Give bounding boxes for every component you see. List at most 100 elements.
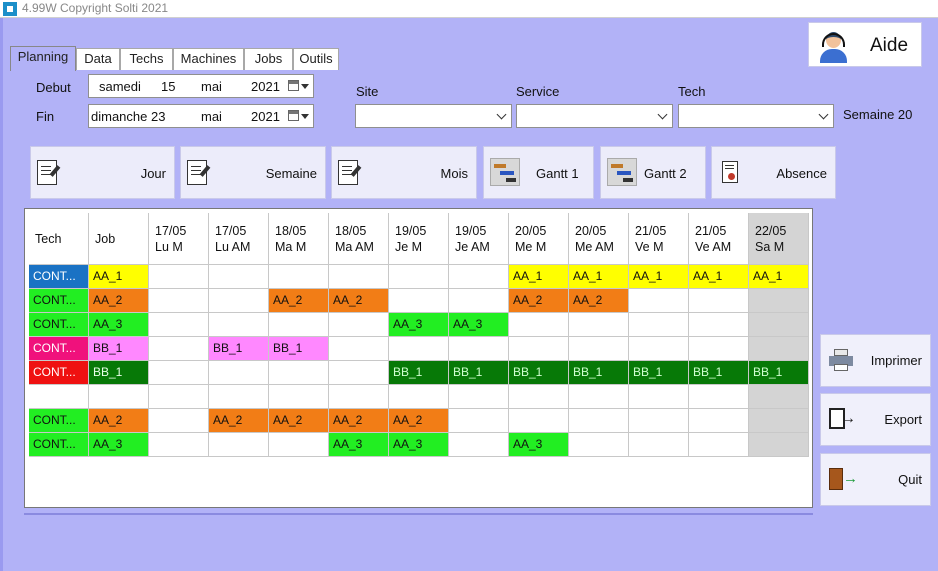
mois-button[interactable]: Mois bbox=[331, 146, 477, 199]
schedule-cell[interactable] bbox=[749, 433, 809, 457]
schedule-cell[interactable]: AA_1 bbox=[569, 265, 629, 289]
schedule-cell[interactable] bbox=[569, 313, 629, 337]
schedule-cell[interactable] bbox=[389, 265, 449, 289]
schedule-cell[interactable]: AA_1 bbox=[629, 265, 689, 289]
schedule-cell[interactable] bbox=[389, 385, 449, 409]
schedule-cell[interactable] bbox=[749, 409, 809, 433]
job-cell[interactable]: AA_2 bbox=[89, 409, 149, 433]
schedule-cell[interactable] bbox=[509, 313, 569, 337]
schedule-cell[interactable] bbox=[569, 385, 629, 409]
tech-select[interactable] bbox=[678, 104, 834, 128]
schedule-cell[interactable] bbox=[149, 265, 209, 289]
schedule-cell[interactable] bbox=[149, 409, 209, 433]
site-select[interactable] bbox=[355, 104, 512, 128]
schedule-cell[interactable] bbox=[329, 385, 389, 409]
schedule-cell[interactable] bbox=[449, 385, 509, 409]
schedule-cell[interactable] bbox=[629, 385, 689, 409]
schedule-cell[interactable] bbox=[329, 313, 389, 337]
schedule-cell[interactable] bbox=[569, 337, 629, 361]
schedule-cell[interactable]: AA_1 bbox=[689, 265, 749, 289]
schedule-cell[interactable] bbox=[749, 313, 809, 337]
schedule-cell[interactable]: AA_1 bbox=[509, 265, 569, 289]
schedule-cell[interactable] bbox=[689, 409, 749, 433]
schedule-cell[interactable] bbox=[449, 337, 509, 361]
schedule-cell[interactable] bbox=[149, 433, 209, 457]
tab-machines[interactable]: Machines bbox=[173, 48, 244, 70]
tech-cell[interactable] bbox=[29, 385, 89, 409]
job-cell[interactable] bbox=[89, 385, 149, 409]
fin-date-picker[interactable]: dimanche 23 mai 2021 bbox=[88, 104, 314, 128]
schedule-cell[interactable] bbox=[209, 433, 269, 457]
gantt1-button[interactable]: Gantt 1 bbox=[483, 146, 594, 199]
tech-cell[interactable]: CONT... bbox=[29, 361, 89, 385]
schedule-cell[interactable] bbox=[509, 409, 569, 433]
schedule-cell[interactable]: AA_3 bbox=[329, 433, 389, 457]
tab-data[interactable]: Data bbox=[76, 48, 120, 70]
aide-button[interactable]: Aide bbox=[808, 22, 922, 67]
debut-date-picker[interactable]: samedi 15 mai 2021 bbox=[88, 74, 314, 98]
schedule-cell[interactable] bbox=[329, 337, 389, 361]
gantt2-button[interactable]: Gantt 2 bbox=[600, 146, 706, 199]
schedule-cell[interactable] bbox=[389, 289, 449, 313]
quit-button[interactable]: Quit bbox=[820, 453, 931, 506]
schedule-cell[interactable] bbox=[689, 385, 749, 409]
schedule-cell[interactable] bbox=[629, 337, 689, 361]
job-cell[interactable]: AA_2 bbox=[89, 289, 149, 313]
schedule-cell[interactable] bbox=[209, 289, 269, 313]
service-select[interactable] bbox=[516, 104, 673, 128]
schedule-cell[interactable] bbox=[209, 265, 269, 289]
schedule-cell[interactable]: AA_2 bbox=[509, 289, 569, 313]
tech-cell[interactable]: CONT... bbox=[29, 265, 89, 289]
schedule-cell[interactable]: BB_1 bbox=[749, 361, 809, 385]
absence-button[interactable]: Absence bbox=[711, 146, 836, 199]
tab-planning[interactable]: Planning bbox=[10, 46, 76, 71]
schedule-cell[interactable] bbox=[149, 385, 209, 409]
job-cell[interactable]: BB_1 bbox=[89, 361, 149, 385]
schedule-cell[interactable]: AA_3 bbox=[509, 433, 569, 457]
schedule-cell[interactable] bbox=[449, 433, 509, 457]
semaine-button[interactable]: Semaine bbox=[180, 146, 326, 199]
schedule-cell[interactable] bbox=[449, 409, 509, 433]
tech-cell[interactable]: CONT... bbox=[29, 409, 89, 433]
tech-cell[interactable]: CONT... bbox=[29, 289, 89, 313]
schedule-cell[interactable] bbox=[689, 289, 749, 313]
schedule-cell[interactable] bbox=[269, 313, 329, 337]
schedule-cell[interactable]: AA_2 bbox=[389, 409, 449, 433]
schedule-cell[interactable] bbox=[329, 361, 389, 385]
schedule-cell[interactable] bbox=[149, 337, 209, 361]
schedule-cell[interactable]: BB_1 bbox=[449, 361, 509, 385]
schedule-cell[interactable] bbox=[209, 361, 269, 385]
schedule-cell[interactable] bbox=[449, 265, 509, 289]
schedule-cell[interactable]: BB_1 bbox=[209, 337, 269, 361]
schedule-cell[interactable] bbox=[749, 385, 809, 409]
schedule-cell[interactable] bbox=[509, 385, 569, 409]
schedule-cell[interactable] bbox=[389, 337, 449, 361]
schedule-cell[interactable]: BB_1 bbox=[269, 337, 329, 361]
schedule-cell[interactable]: AA_2 bbox=[269, 409, 329, 433]
schedule-cell[interactable]: AA_2 bbox=[329, 289, 389, 313]
imprimer-button[interactable]: Imprimer bbox=[820, 334, 931, 387]
schedule-cell[interactable]: AA_2 bbox=[209, 409, 269, 433]
schedule-cell[interactable] bbox=[269, 433, 329, 457]
dropdown-arrow-icon[interactable] bbox=[301, 84, 309, 89]
jour-button[interactable]: Jour bbox=[30, 146, 175, 199]
schedule-cell[interactable] bbox=[269, 265, 329, 289]
schedule-cell[interactable]: AA_2 bbox=[269, 289, 329, 313]
calendar-icon[interactable] bbox=[288, 110, 299, 121]
schedule-cell[interactable] bbox=[629, 433, 689, 457]
schedule-cell[interactable]: BB_1 bbox=[689, 361, 749, 385]
schedule-cell[interactable] bbox=[689, 313, 749, 337]
schedule-cell[interactable]: AA_3 bbox=[449, 313, 509, 337]
schedule-cell[interactable] bbox=[209, 385, 269, 409]
schedule-cell[interactable] bbox=[149, 313, 209, 337]
schedule-cell[interactable] bbox=[269, 361, 329, 385]
planning-grid[interactable]: Tech Job 17/05 Lu M 17/05 Lu AM 18/05 Ma M 18/… bbox=[24, 208, 813, 508]
schedule-cell[interactable] bbox=[629, 289, 689, 313]
schedule-cell[interactable]: AA_1 bbox=[749, 265, 809, 289]
calendar-icon[interactable] bbox=[288, 80, 299, 91]
schedule-cell[interactable] bbox=[149, 289, 209, 313]
job-cell[interactable]: AA_1 bbox=[89, 265, 149, 289]
tech-cell[interactable]: CONT... bbox=[29, 433, 89, 457]
schedule-cell[interactable] bbox=[569, 409, 629, 433]
job-cell[interactable]: AA_3 bbox=[89, 313, 149, 337]
